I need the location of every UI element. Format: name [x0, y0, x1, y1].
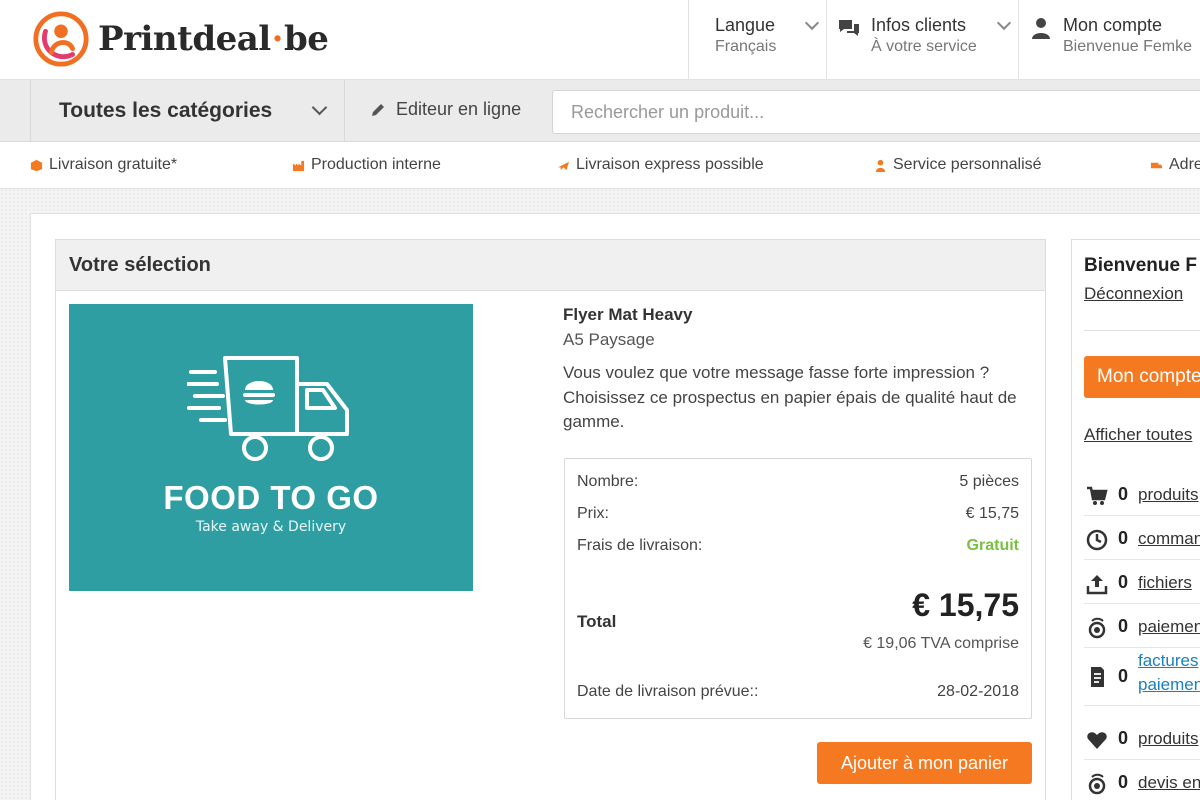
product-image: FOOD TO GO Take away & Delivery	[69, 304, 473, 591]
divider	[1084, 330, 1200, 331]
delivery-date-value: 28-02-2018	[937, 683, 1019, 700]
customer-info-value: À votre service	[871, 38, 977, 55]
customer-info-menu[interactable]: Infos clients À votre service	[826, 0, 1018, 80]
image-title: FOOD TO GO	[163, 479, 379, 516]
row-link[interactable]: fichiers	[1138, 573, 1192, 593]
usp-express-delivery: Livraison express possible	[557, 156, 764, 174]
clock-icon	[1086, 529, 1108, 551]
price-summary: Nombre: 5 pièces Prix: € 15,75 Frais de …	[564, 458, 1032, 719]
box-icon	[30, 159, 43, 171]
quantity-label: Nombre:	[577, 473, 639, 490]
all-categories-button[interactable]: Toutes les catégories	[30, 80, 345, 142]
row-count: 0	[1118, 528, 1129, 548]
delivery-truck-icon	[187, 356, 349, 461]
payment-icon	[1088, 617, 1106, 639]
customer-info-title: Infos clients	[871, 15, 967, 35]
row-count: 0	[1118, 484, 1129, 504]
account-panel-title: Bienvenue F	[1084, 255, 1197, 276]
site-logo[interactable]: Printdeal·be	[32, 8, 329, 70]
invoice-icon	[1091, 667, 1104, 687]
user-icon	[1032, 18, 1050, 39]
shipping-value: Gratuit	[966, 537, 1019, 554]
usp-internal-production: Production interne	[292, 156, 441, 174]
usp-address: Adre	[1150, 156, 1200, 174]
usp-bar: Livraison gratuite* Production interne L…	[0, 142, 1200, 189]
upload-icon	[1086, 575, 1108, 595]
usp-personal-service: Service personnalisé	[874, 156, 1042, 174]
row-count: 0	[1118, 572, 1129, 592]
account-row-orders[interactable]: 0 commandes	[1084, 516, 1200, 560]
add-to-cart-button[interactable]: Ajouter à mon panier	[817, 742, 1032, 784]
image-subtitle: Take away & Delivery	[195, 519, 347, 535]
account-row-favorites[interactable]: 0 produits	[1084, 716, 1200, 760]
account-title: Mon compte	[1063, 15, 1163, 35]
truck-icon	[1150, 162, 1163, 168]
price-label: Prix:	[577, 505, 609, 522]
online-editor-link[interactable]: Editeur en ligne	[370, 99, 521, 120]
selection-heading: Votre sélection	[56, 240, 1045, 291]
row-link[interactable]: commandes	[1138, 529, 1200, 549]
all-categories-label: Toutes les catégories	[59, 99, 273, 122]
pencil-icon	[372, 103, 384, 116]
show-all-link[interactable]: Afficher toutes	[1084, 425, 1192, 445]
vat-note: € 19,06 TVA comprise	[863, 635, 1019, 652]
person-icon	[875, 159, 886, 172]
product-description: Vous voulez que votre message fasse fort…	[563, 363, 1017, 431]
my-account-button[interactable]: Mon compte	[1084, 356, 1200, 398]
row-link[interactable]: produits	[1138, 485, 1198, 505]
factory-icon	[292, 160, 305, 171]
logo-icon	[33, 11, 89, 67]
search-input[interactable]	[552, 90, 1200, 134]
product-name: Flyer Mat Heavy	[563, 305, 693, 324]
quantity-value: 5 pièces	[959, 473, 1019, 490]
account-row-payments[interactable]: 0 paiements	[1084, 604, 1200, 648]
usp-free-delivery: Livraison gratuite*	[30, 156, 177, 174]
product-format: A5 Paysage	[563, 330, 655, 349]
account-menu[interactable]: Mon compte Bienvenue Femke	[1018, 0, 1200, 80]
row-count: 0	[1118, 728, 1129, 748]
logo-text: Printdeal·be	[98, 19, 329, 59]
chat-icon	[839, 20, 859, 36]
language-selector[interactable]: Langue Français	[688, 0, 826, 80]
row-count: 0	[1118, 616, 1129, 636]
account-row-quotes[interactable]: 0 devis en	[1084, 760, 1200, 800]
shipping-label: Frais de livraison:	[577, 537, 703, 554]
quote-icon	[1088, 773, 1106, 795]
row-link[interactable]: facturespaiements	[1138, 649, 1200, 697]
row-link[interactable]: devis en	[1138, 773, 1200, 793]
top-header: Printdeal·be Langue Français Infos clien…	[0, 0, 1200, 80]
plane-icon	[557, 161, 570, 170]
language-value: Français	[715, 38, 777, 55]
cart-icon	[1087, 486, 1108, 505]
account-row-products[interactable]: 0 produits	[1084, 472, 1200, 516]
row-link[interactable]: paiements	[1138, 617, 1200, 637]
price-value: € 15,75	[965, 505, 1019, 522]
total-value: € 15,75	[912, 587, 1019, 623]
heart-icon	[1087, 732, 1107, 749]
chevron-down-icon	[311, 99, 328, 116]
delivery-date-label: Date de livraison prévue::	[577, 683, 759, 700]
account-greeting: Bienvenue Femke	[1063, 38, 1192, 55]
logout-link[interactable]: Déconnexion	[1084, 284, 1183, 304]
row-count: 0	[1118, 772, 1129, 792]
total-label: Total	[577, 612, 617, 631]
row-link[interactable]: produits	[1138, 729, 1198, 749]
account-row-invoices[interactable]: 0 facturespaiements	[1084, 648, 1200, 706]
row-count: 0	[1118, 666, 1129, 686]
online-editor-label: Editeur en ligne	[396, 99, 522, 119]
account-row-files[interactable]: 0 fichiers	[1084, 560, 1200, 604]
